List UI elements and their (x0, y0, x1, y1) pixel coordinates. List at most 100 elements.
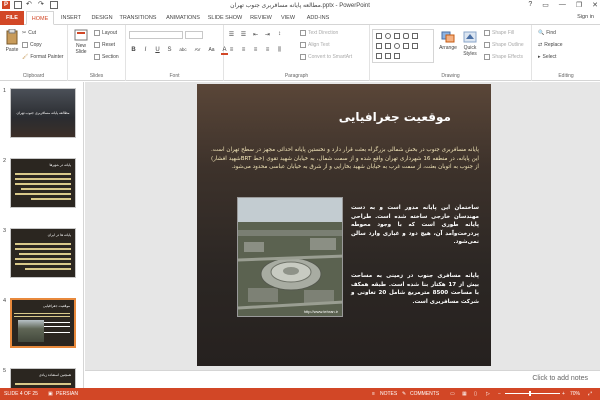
line-shape-icon[interactable] (412, 33, 418, 39)
current-slide[interactable]: موقعیت جغرافیایی پایانه مسافربری جنوب در… (197, 84, 491, 366)
slide-title[interactable]: موقعیت جغرافیایی (339, 110, 451, 124)
slide-thumbnail-pane[interactable]: 1 مطالعه پایانه مسافربری جنوب تهران 2 پا… (0, 82, 84, 388)
shape-fill-button[interactable]: Shape Fill (484, 30, 514, 36)
textbox-shape-icon[interactable] (394, 33, 400, 39)
tab-animations[interactable]: ANIMATIONS (163, 11, 203, 25)
oval-shape-icon[interactable] (385, 33, 391, 39)
tab-add-ins[interactable]: ADD-INS (303, 11, 333, 25)
triangle-shape-icon[interactable] (385, 43, 391, 49)
format-painter-button[interactable]: 🖌 Format Painter (22, 54, 63, 60)
spell-check-icon[interactable]: ▣ (48, 391, 53, 397)
slides-group-label: Slides (89, 73, 104, 79)
shape-outline-button[interactable]: Shape Outline (484, 42, 524, 48)
strikethrough-button[interactable]: abc (178, 47, 188, 55)
tab-slide-show[interactable]: SLIDE SHOW (206, 11, 244, 25)
ribbon-display-options-button[interactable]: ▭ (542, 1, 549, 9)
align-text-button[interactable]: Align Text (300, 42, 330, 48)
star-shape-icon[interactable] (412, 43, 418, 49)
font-family-combo[interactable] (129, 31, 183, 39)
layout-button[interactable]: Layout (94, 30, 117, 36)
zoom-out-icon[interactable]: − (498, 391, 501, 397)
circle-shape-icon[interactable] (394, 43, 400, 49)
line-spacing-icon[interactable]: ↕ (276, 31, 283, 38)
increase-indent-icon[interactable]: ⇥ (264, 31, 271, 38)
sign-in-link[interactable]: Sign in (577, 14, 594, 20)
shadow-button[interactable]: S (166, 47, 173, 55)
shapes-gallery[interactable] (372, 29, 434, 63)
character-spacing-button[interactable]: AV (193, 47, 202, 55)
language-indicator[interactable]: PERSIAN (56, 391, 78, 397)
tab-home[interactable]: HOME (26, 11, 54, 25)
tab-view[interactable]: VIEW (278, 11, 298, 25)
convert-smartart-button[interactable]: Convert to SmartArt (300, 54, 352, 60)
reading-view-icon[interactable]: ▯ (474, 391, 477, 397)
help-button[interactable]: ? (528, 1, 532, 9)
numbering-icon[interactable]: ☰ (240, 31, 247, 38)
slide-thumbnail-5[interactable]: همچنین استفاده زیادی (10, 368, 76, 388)
reset-button[interactable]: Reset (94, 42, 115, 48)
minimize-button[interactable]: — (559, 1, 566, 9)
quick-styles-button[interactable]: Quick Styles (460, 31, 480, 57)
close-button[interactable]: ✕ (592, 1, 598, 9)
paragraph-group-label: Paragraph (284, 73, 309, 79)
align-buttons-row: ≡ ≡ ≡ ≡ ⫼ (228, 47, 283, 54)
tab-transitions[interactable]: TRANSITIONS (118, 11, 158, 25)
cut-button[interactable]: ✂ Cut (22, 30, 36, 36)
zoom-slider[interactable] (505, 393, 560, 394)
bold-button[interactable]: B (130, 47, 137, 55)
callout-shape-icon[interactable] (403, 43, 409, 49)
arrange-button[interactable]: Arrange (438, 31, 458, 51)
rectangle-shape-icon[interactable] (376, 33, 382, 39)
replace-button[interactable]: ⇄ Replace (538, 42, 563, 48)
tab-file[interactable]: FILE (0, 11, 24, 25)
comments-button[interactable]: COMMENTS (410, 391, 439, 397)
slide-paragraph-building[interactable]: ساختمان این پایانه مدور است و به دست مهن… (351, 204, 479, 247)
slide-thumbnail-2[interactable]: پایانه در شهرها (10, 158, 76, 208)
notes-placeholder[interactable]: Click to add notes (532, 375, 588, 382)
slide-thumbnail-4[interactable]: موقعیت جغرافیایی (10, 298, 76, 348)
slide-thumbnail-1[interactable]: مطالعه پایانه مسافربری جنوب تهران (10, 88, 76, 138)
block-arrow-shape-icon[interactable] (394, 53, 400, 59)
restore-button[interactable]: ❐ (576, 1, 582, 9)
slide-thumbnail-3[interactable]: پایانه ها در ایران (10, 228, 76, 278)
bullets-icon[interactable]: ☰ (228, 31, 235, 38)
find-button[interactable]: 🔍 Find (538, 30, 556, 36)
change-case-button[interactable]: Aa (207, 47, 216, 55)
tab-review[interactable]: REVIEW (248, 11, 274, 25)
align-right-icon[interactable]: ≡ (252, 47, 259, 54)
tab-design[interactable]: DESIGN (88, 11, 116, 25)
notes-button[interactable]: NOTES (380, 391, 397, 397)
shape-effects-button[interactable]: Shape Effects (484, 54, 523, 60)
copy-button[interactable]: Copy (22, 42, 42, 48)
zoom-in-icon[interactable]: + (562, 391, 565, 397)
slide-paragraph-intro[interactable]: پایانه مسافربری جنوب در بخش شمالی بزرگرا… (211, 146, 479, 172)
slideshow-view-icon[interactable]: ▷ (486, 391, 490, 397)
align-center-icon[interactable]: ≡ (240, 47, 247, 54)
decrease-indent-icon[interactable]: ⇤ (252, 31, 259, 38)
align-left-icon[interactable]: ≡ (228, 47, 235, 54)
thumbnail-text-line (15, 263, 71, 265)
text-direction-button[interactable]: Text Direction (300, 30, 338, 36)
tab-insert[interactable]: INSERT (58, 11, 84, 25)
zoom-slider-thumb[interactable] (529, 391, 531, 396)
italic-button[interactable]: I (142, 47, 149, 55)
rounded-rectangle-shape-icon[interactable] (403, 33, 409, 39)
zoom-level[interactable]: 70% (570, 391, 580, 397)
section-button[interactable]: Section (94, 54, 119, 60)
paste-button[interactable]: Paste (3, 29, 21, 53)
slide-paragraph-area[interactable]: پایانه مسافری جنوب در زمینی به مساحت بیش… (351, 272, 479, 306)
underline-button[interactable]: U (154, 47, 161, 55)
notes-pane[interactable]: Click to add notes (85, 370, 600, 388)
justify-icon[interactable]: ≡ (264, 47, 271, 54)
select-button[interactable]: ▸ Select (538, 54, 556, 60)
brace-shape-icon[interactable] (376, 53, 382, 59)
normal-view-icon[interactable]: ▭ (450, 391, 455, 397)
font-size-combo[interactable] (185, 31, 203, 39)
arrange-icon (441, 31, 455, 43)
new-slide-button[interactable]: New Slide (70, 29, 92, 55)
fit-to-window-icon[interactable]: ⤢ (588, 391, 592, 397)
slide-sorter-icon[interactable]: ▦ (462, 391, 467, 397)
bracket-shape-icon[interactable] (385, 53, 391, 59)
arrow-shape-icon[interactable] (376, 43, 382, 49)
columns-icon[interactable]: ⫼ (276, 47, 283, 54)
